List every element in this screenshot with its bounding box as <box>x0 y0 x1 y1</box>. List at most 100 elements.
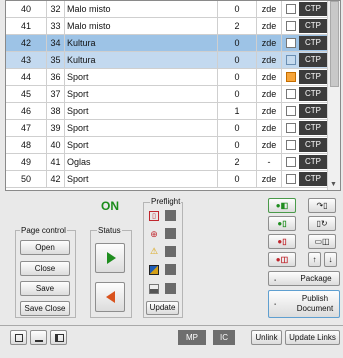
row-checkbox[interactable] <box>286 55 296 65</box>
row-checkbox[interactable] <box>286 157 296 167</box>
save-button[interactable]: Save <box>20 281 70 296</box>
row-checkbox-cell <box>283 137 297 153</box>
play-left-icon <box>106 291 115 303</box>
page-number: 41 <box>47 154 65 170</box>
next-status-button[interactable] <box>95 243 125 273</box>
location-cell: zde <box>257 69 282 85</box>
previous-status-button[interactable] <box>95 282 125 312</box>
vertical-scrollbar[interactable]: ▼ <box>327 1 340 190</box>
table-row[interactable]: 45 37 Sport 0 zde CTP <box>6 86 328 103</box>
row-number: 44 <box>6 69 47 85</box>
table-row[interactable]: 46 38 Sport 1 zde CTP <box>6 103 328 120</box>
status-label: Status <box>97 226 122 235</box>
preflight-update-button[interactable]: Update <box>146 301 179 315</box>
page-number: 32 <box>47 1 65 17</box>
save-close-button[interactable]: Save Close <box>20 301 70 316</box>
redo-doc-button[interactable]: ↷▯ <box>308 198 336 213</box>
ctp-button[interactable]: CTP <box>299 70 327 84</box>
ctp-button[interactable]: CTP <box>299 2 327 16</box>
row-checkbox[interactable] <box>286 38 296 48</box>
ctp-button[interactable]: CTP <box>299 19 327 33</box>
open-button[interactable]: Open <box>20 240 70 255</box>
row-number: 50 <box>6 171 47 187</box>
table-row[interactable]: 41 33 Malo misto 2 zde CTP <box>6 18 328 35</box>
publish-document-button[interactable]: ▪ Publish Document <box>268 290 340 318</box>
mp-badge[interactable]: MP <box>178 330 206 345</box>
item-count: 0 <box>217 52 257 68</box>
spread-view-button[interactable] <box>50 330 67 345</box>
page-number: 42 <box>47 171 65 187</box>
row-number: 46 <box>6 103 47 119</box>
row-checkbox[interactable] <box>286 174 296 184</box>
update-links-button[interactable]: Update Links <box>285 330 340 345</box>
table-row[interactable]: 50 42 Sport 0 zde CTP <box>6 171 328 188</box>
page-number: 36 <box>47 69 65 85</box>
table-row[interactable]: 44 36 Sport 0 zde CTP <box>6 69 328 86</box>
table-row[interactable]: 40 32 Malo misto 0 zde CTP <box>6 1 328 18</box>
ctp-button[interactable]: CTP <box>299 138 327 152</box>
red-spread-button[interactable]: ●◫ <box>268 252 296 267</box>
pages-table: 40 32 Malo misto 0 zde CTP 41 33 Malo misto 2 zde C… <box>5 0 341 191</box>
row-checkbox[interactable] <box>286 21 296 31</box>
ctp-button[interactable]: CTP <box>299 104 327 118</box>
ic-badge[interactable]: IC <box>213 330 235 345</box>
green-open-doc-button[interactable]: ●◧ <box>268 198 296 213</box>
row-number: 42 <box>6 35 47 51</box>
item-count: 0 <box>217 137 257 153</box>
row-checkbox-cell <box>283 86 297 102</box>
move-up-button[interactable]: ↑ <box>308 252 321 267</box>
row-checkbox[interactable] <box>286 4 296 14</box>
item-count: 1 <box>217 103 257 119</box>
item-count: 0 <box>217 120 257 136</box>
red-doc-button[interactable]: ●▯ <box>268 234 296 249</box>
ctp-button[interactable]: CTP <box>299 172 327 186</box>
minimize-view-button[interactable] <box>30 330 47 345</box>
ctp-cell: CTP <box>299 18 327 34</box>
section-name: Kultura <box>67 38 96 48</box>
row-checkbox[interactable] <box>286 89 296 99</box>
link-icon: ⊕ <box>150 229 158 239</box>
scroll-down-icon[interactable]: ▼ <box>330 181 337 188</box>
ctp-button[interactable]: CTP <box>299 155 327 169</box>
item-count: 0 <box>217 35 257 51</box>
unlink-button[interactable]: Unlink <box>251 330 282 345</box>
table-row[interactable]: 48 40 Sport 0 zde CTP <box>6 137 328 154</box>
green-document-icon: ●◧ <box>275 201 289 210</box>
location-cell: zde <box>257 137 282 153</box>
location-cell: zde <box>257 171 282 187</box>
green-doc-button[interactable]: ●▯ <box>268 216 296 231</box>
row-checkbox-cell <box>283 1 297 17</box>
location-cell: zde <box>257 35 282 51</box>
row-checkbox[interactable] <box>286 106 296 116</box>
row-checkbox[interactable] <box>286 72 296 82</box>
table-row[interactable]: 43 35 Kultura 0 zde CTP <box>6 52 328 69</box>
row-checkbox-cell <box>283 18 297 34</box>
section-name: Kultura <box>67 55 96 65</box>
single-view-button[interactable] <box>10 330 27 345</box>
row-checkbox[interactable] <box>286 140 296 150</box>
row-checkbox-cell <box>283 120 297 136</box>
table-row[interactable]: 42 34 Kultura 0 zde CTP <box>6 35 328 52</box>
move-down-button[interactable]: ↓ <box>324 252 337 267</box>
spread-document-icon: ▭◫ <box>314 237 330 246</box>
red-page-icon: ●▯ <box>277 237 287 246</box>
package-button[interactable]: ▪ Package <box>268 271 340 286</box>
ctp-button[interactable]: CTP <box>299 121 327 135</box>
table-row[interactable]: 47 39 Sport 0 zde CTP <box>6 120 328 137</box>
row-number: 45 <box>6 86 47 102</box>
close-button[interactable]: Close <box>20 261 70 276</box>
row-number: 43 <box>6 52 47 68</box>
page-number: 39 <box>47 120 65 136</box>
green-page-icon: ●▯ <box>277 219 287 228</box>
page-number: 35 <box>47 52 65 68</box>
row-number: 48 <box>6 137 47 153</box>
ctp-button[interactable]: CTP <box>299 53 327 67</box>
row-checkbox[interactable] <box>286 123 296 133</box>
ctp-button[interactable]: CTP <box>299 36 327 50</box>
scrollbar-thumb[interactable] <box>330 1 339 87</box>
spread-doc-button[interactable]: ▭◫ <box>308 234 336 249</box>
refresh-doc-button[interactable]: ▯↻ <box>308 216 336 231</box>
table-row[interactable]: 49 41 Oglas 2- CTP <box>6 154 328 171</box>
ctp-button[interactable]: CTP <box>299 87 327 101</box>
row-checkbox-cell <box>283 154 297 170</box>
